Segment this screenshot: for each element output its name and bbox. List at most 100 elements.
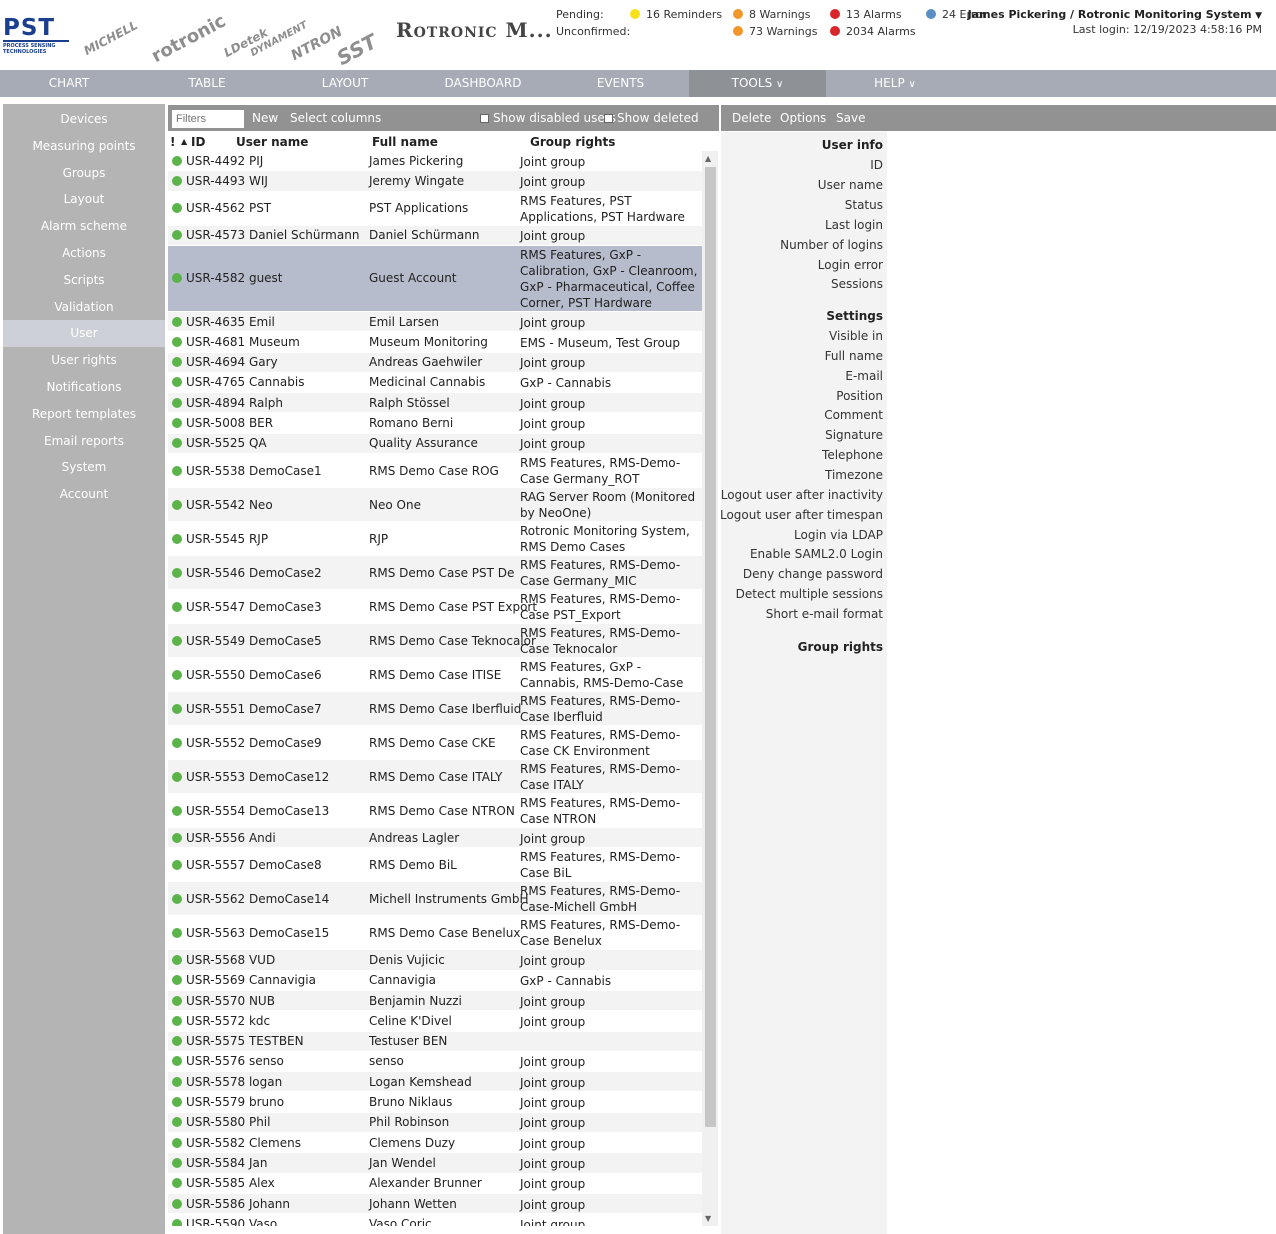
scroll-thumb[interactable] (705, 167, 716, 1127)
table-row[interactable]: USR-5572 kdc Celine K'Divel Joint group (168, 1011, 702, 1032)
nav-events[interactable]: EVENTS (552, 70, 689, 97)
table-row[interactable]: USR-5556 Andi Andreas Lagler Joint group (168, 828, 702, 849)
sidebar-item-notifications[interactable]: Notifications (3, 374, 165, 401)
table-row[interactable]: USR-4694 Gary Andreas Gaehwiler Joint grou… (168, 352, 702, 373)
table-row[interactable]: USR-5580 Phil Phil Robinson Joint group (168, 1112, 702, 1133)
warnings-unconfirmed[interactable]: 73 Warnings (733, 25, 817, 38)
options-button[interactable]: Options (780, 105, 826, 131)
sidebar-item-devices[interactable]: Devices (3, 106, 165, 133)
nav-dashboard[interactable]: DASHBOARD (414, 70, 552, 97)
table-row[interactable]: USR-5549 DemoCase5 RMS Demo Case Teknocal… (168, 624, 702, 658)
table-row[interactable]: USR-5585 Alex Alexander Brunner Joint grou… (168, 1174, 702, 1194)
table-row[interactable]: USR-4635 Emil Emil Larsen Joint group (168, 311, 702, 333)
table-row[interactable]: USR-5554 DemoCase13 RMS Demo Case NTRON RM… (168, 794, 702, 828)
table-row[interactable]: USR-4562 PST PST Applications RMS Features… (168, 192, 702, 226)
reminders-pending[interactable]: 16 Reminders (630, 8, 722, 21)
checkbox-icon[interactable] (604, 114, 613, 123)
scroll-down-icon[interactable]: ▼ (705, 1214, 711, 1223)
row-full-name: Museum Monitoring (369, 334, 488, 349)
save-button[interactable]: Save (836, 105, 865, 131)
table-row[interactable]: USR-5575 TESTBEN Testuser BEN (168, 1031, 702, 1052)
table-row[interactable]: USR-5576 senso senso Joint group (168, 1052, 702, 1073)
sidebar-item-user-rights[interactable]: User rights (3, 347, 165, 374)
nav-tools[interactable]: TOOLS ∨ (689, 70, 826, 97)
table-row[interactable]: USR-4493 WIJ Jeremy Wingate Joint group (168, 171, 702, 192)
table-row[interactable]: USR-5562 DemoCase14 Michell Instruments G… (168, 882, 702, 917)
table-row[interactable]: USR-5563 DemoCase15 RMS Demo Case Benelux… (168, 916, 702, 951)
table-row[interactable]: USR-5546 DemoCase2 RMS Demo Case PST De RM… (168, 556, 702, 590)
sidebar-item-scripts[interactable]: Scripts (3, 267, 165, 294)
checkbox-icon[interactable] (480, 114, 489, 123)
field-label: Logout user after inactivity (720, 487, 883, 502)
row-id-cell: USR-5547 DemoCase3 (172, 600, 322, 614)
row-user-name: DemoCase5 (248, 633, 322, 648)
warnings-pending[interactable]: 8 Warnings (733, 8, 810, 21)
table-row[interactable]: USR-5568 VUD Denis Vujicic Joint group (168, 950, 702, 971)
row-id-cell: USR-5584 Jan (172, 1156, 267, 1170)
nav-table[interactable]: TABLE (138, 70, 276, 97)
table-row[interactable]: USR-5547 DemoCase3 RMS Demo Case PST Expo… (168, 590, 702, 624)
user-info[interactable]: James Pickering / Rotronic Monitoring Sy… (968, 8, 1262, 36)
error-dot-icon (926, 9, 936, 19)
table-row[interactable]: USR-5586 Johann Johann Wetten Joint group (168, 1193, 702, 1215)
sidebar-item-user[interactable]: User (3, 320, 165, 348)
chevron-down-icon[interactable]: ▼ (1255, 11, 1262, 21)
sidebar-item-validation[interactable]: Validation (3, 294, 165, 321)
scroll-up-icon[interactable]: ▲ (705, 154, 711, 163)
sidebar-item-measuring-points[interactable]: Measuring points (3, 133, 165, 160)
table-row[interactable]: USR-4681 Museum Museum Monitoring EMS - Mu… (168, 332, 702, 353)
table-row[interactable]: USR-5525 QA Quality Assurance Joint group (168, 433, 702, 454)
table-row[interactable]: USR-4894 Ralph Ralph Stössel Joint group (168, 393, 702, 414)
table-row[interactable]: USR-5590 Vaso Vaso Coric Joint group (168, 1214, 702, 1226)
table-row[interactable]: USR-4765 Cannabis Medicinal Cannabis GxP -… (168, 373, 702, 394)
sidebar-item-report-templates[interactable]: Report templates (3, 401, 165, 428)
table-row[interactable]: USR-5579 bruno Bruno Niklaus Joint group (168, 1092, 702, 1113)
table-row[interactable]: USR-5551 DemoCase7 RMS Demo Case Iberflui… (168, 692, 702, 726)
table-row[interactable]: USR-5545 RJP RJP Rotronic Monitoring Syste… (168, 522, 702, 556)
new-button[interactable]: New (252, 105, 278, 131)
table-row[interactable]: USR-4573 Daniel Schürmann Daniel Schürman… (168, 225, 702, 246)
table-row[interactable]: USR-5008 BER Romano Berni Joint group (168, 413, 702, 434)
sidebar-item-account[interactable]: Account (3, 481, 165, 508)
table-row[interactable]: USR-5552 DemoCase9 RMS Demo Case CKE RMS F… (168, 726, 702, 760)
table-scrollbar[interactable]: ▲ ▼ (702, 151, 718, 1226)
table-row[interactable]: USR-5569 Cannavigia Cannavigia GxP - Canna… (168, 971, 702, 991)
current-user[interactable]: James Pickering / Rotronic Monitoring Sy… (968, 8, 1252, 21)
col-flag[interactable]: ! (170, 135, 175, 149)
sort-asc-icon[interactable]: ▲ (181, 137, 187, 146)
table-row[interactable]: USR-5553 DemoCase12 RMS Demo Case ITALY RM… (168, 760, 702, 794)
table-row[interactable]: USR-5557 DemoCase8 RMS Demo BiL RMS Featur… (168, 848, 702, 883)
alarms-pending[interactable]: 13 Alarms (830, 8, 902, 21)
show-disabled-toggle[interactable]: Show disabled users (480, 105, 616, 131)
row-full-name: Neo One (369, 497, 421, 512)
table-row[interactable]: USR-5584 Jan Jan Wendel Joint group (168, 1153, 702, 1174)
sidebar-item-alarm-scheme[interactable]: Alarm scheme (3, 213, 165, 240)
table-row[interactable]: USR-5578 logan Logan Kemshead Joint group (168, 1072, 702, 1093)
table-row[interactable]: USR-5582 Clemens Clemens Duzy Joint group (168, 1133, 702, 1154)
alarms-unconfirmed[interactable]: 2034 Alarms (830, 25, 916, 38)
nav-help[interactable]: HELP ∨ (826, 70, 964, 97)
table-row[interactable]: USR-5570 NUB Benjamin Nuzzi Joint group (168, 990, 702, 1012)
col-user-name[interactable]: User name (236, 135, 308, 149)
row-id-cell: USR-5579 bruno (172, 1095, 284, 1109)
col-full-name[interactable]: Full name (372, 135, 438, 149)
table-row[interactable]: USR-5542 Neo Neo One RAG Server Room (Moni… (168, 488, 702, 522)
show-deleted-toggle[interactable]: Show deleted users (604, 105, 719, 151)
delete-button[interactable]: Delete (732, 105, 771, 131)
sidebar-item-groups[interactable]: Groups (3, 160, 165, 187)
col-id[interactable]: ID (191, 135, 205, 149)
nav-chart[interactable]: CHART (0, 70, 138, 97)
table-row[interactable]: USR-4582 guest Guest Account RMS Features,… (168, 245, 702, 312)
table-row[interactable]: USR-4492 PIJ James Pickering Joint group (168, 151, 702, 172)
sidebar-item-system[interactable]: System (3, 454, 165, 481)
row-group-rights: Joint group (520, 1116, 586, 1131)
sidebar-item-layout[interactable]: Layout (3, 186, 165, 213)
filter-input[interactable] (172, 110, 244, 128)
nav-layout[interactable]: LAYOUT (276, 70, 414, 97)
sidebar-item-actions[interactable]: Actions (3, 240, 165, 267)
col-group-rights[interactable]: Group rights (530, 135, 615, 149)
sidebar-item-email-reports[interactable]: Email reports (3, 428, 165, 455)
table-row[interactable]: USR-5550 DemoCase6 RMS Demo Case ITISE RMS… (168, 658, 702, 706)
select-columns-button[interactable]: Select columns (290, 105, 381, 131)
table-row[interactable]: USR-5538 DemoCase1 RMS Demo Case ROG RMS F… (168, 454, 702, 488)
